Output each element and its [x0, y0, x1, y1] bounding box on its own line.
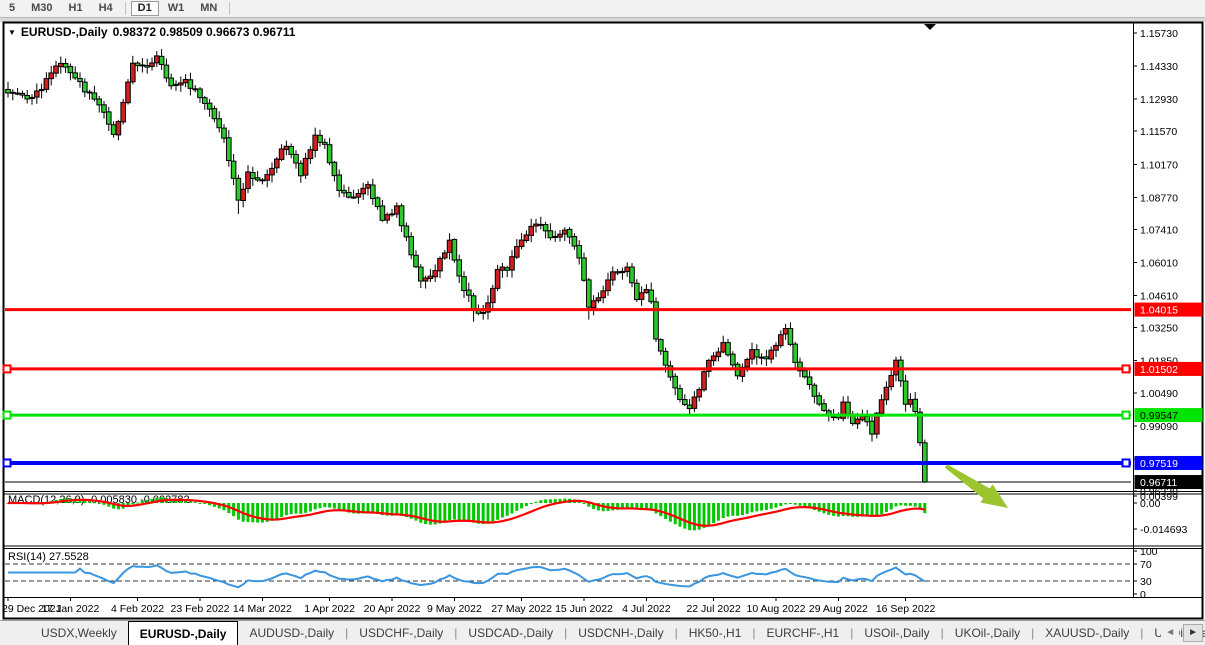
- rsi-line: [8, 565, 925, 587]
- tab-ukoil-daily[interactable]: UKOil-,Daily: [944, 621, 1031, 645]
- price-axis-label: 1.06010: [1140, 257, 1178, 269]
- time-axis-label: 22 Jul 2022: [686, 603, 740, 615]
- bid-price-badge: 0.96711: [1135, 475, 1203, 489]
- line-drag-handle[interactable]: [4, 412, 11, 419]
- line-drag-handle[interactable]: [4, 459, 11, 466]
- svg-text:1.01502: 1.01502: [1140, 364, 1178, 376]
- tab-usoil-daily[interactable]: USOil-,Daily: [853, 621, 940, 645]
- rsi-axis-label: 30: [1140, 576, 1152, 588]
- chart-symbol-label: EURUSD-,Daily: [21, 25, 108, 39]
- price-axis-label: 1.04610: [1140, 291, 1178, 303]
- chart-ohlc-values: 0.98372 0.98509 0.96673 0.96711: [113, 25, 296, 39]
- svg-text:0.96711: 0.96711: [1140, 477, 1177, 489]
- time-axis-label: 23 Feb 2022: [171, 603, 230, 615]
- price-line-badge: 1.04015: [1135, 303, 1203, 317]
- candlesticks: [6, 49, 927, 483]
- time-axis-label: 1 Apr 2022: [304, 603, 355, 615]
- price-axis-label: 0.99090: [1140, 421, 1178, 433]
- price-axis-label: 1.07410: [1140, 224, 1178, 236]
- time-axis-label: 10 Aug 2022: [747, 603, 806, 615]
- chart-window-border: [4, 23, 1203, 619]
- tab-eurchf-h1[interactable]: EURCHF-,H1: [756, 621, 851, 645]
- price-line-0.99547[interactable]: [4, 412, 1132, 419]
- price-axis-label: 1.11570: [1140, 126, 1177, 138]
- rsi-axis-label: 100: [1140, 546, 1158, 558]
- price-line-badge: 1.01502: [1135, 362, 1203, 376]
- price-line-0.97519[interactable]: [4, 459, 1132, 466]
- line-drag-handle[interactable]: [1123, 459, 1130, 466]
- price-axis-label: 1.14330: [1140, 61, 1178, 73]
- time-axis-label: 20 Apr 2022: [364, 603, 421, 615]
- line-drag-handle[interactable]: [4, 365, 11, 372]
- price-axis-label: 1.15730: [1140, 28, 1178, 40]
- price-axis-label: 1.08770: [1140, 192, 1178, 204]
- svg-text:0.97519: 0.97519: [1140, 458, 1178, 470]
- arrow-annotation[interactable]: [940, 457, 1014, 517]
- price-axis-label: 1.03250: [1140, 323, 1178, 335]
- time-axis-label: 14 Mar 2022: [233, 603, 292, 615]
- tab-usdcad-daily[interactable]: USDCAD-,Daily: [457, 621, 564, 645]
- time-axis-label: 27 May 2022: [491, 603, 552, 615]
- tab-xauusd-daily[interactable]: XAUUSD-,Daily: [1034, 621, 1140, 645]
- rsi-label: RSI(14) 27.5528: [8, 551, 89, 563]
- chart-canvas[interactable]: MACD(12,26,9) -0.005830 -0.002782RSI(14)…: [0, 0, 1205, 620]
- macd-axis-label: -0.014693: [1140, 524, 1187, 536]
- chart-shift-marker-icon[interactable]: [924, 24, 936, 30]
- rsi-axis-label: 0: [1140, 589, 1146, 601]
- price-line-badge: 0.99547: [1135, 408, 1203, 422]
- price-axis-label: 1.10170: [1140, 159, 1178, 171]
- collapse-triangle-icon[interactable]: ▼: [8, 28, 16, 37]
- price-axis-label: 1.00490: [1140, 388, 1178, 400]
- tab-eurusd-daily[interactable]: EURUSD-,Daily: [128, 621, 239, 645]
- chart-tab-bar: USDX,WeeklyEURUSD-,DailyAUDUSD-,Daily|US…: [0, 620, 1205, 645]
- line-drag-handle[interactable]: [1123, 365, 1130, 372]
- macd-axis-label: 0.00: [1140, 498, 1161, 510]
- time-axis-label: 29 Aug 2022: [809, 603, 868, 615]
- tab-audusd-daily[interactable]: AUDUSD-,Daily: [238, 621, 345, 645]
- trading-terminal: { "toolbar": { "timeframes": [ {"label":…: [0, 0, 1205, 645]
- tab-usdcnh-daily[interactable]: USDCNH-,Daily: [567, 621, 674, 645]
- tab-usdchf-daily[interactable]: USDCHF-,Daily: [348, 621, 454, 645]
- tab-scroll-buttons: ◄ ►: [1161, 622, 1203, 643]
- time-axis-label: 9 May 2022: [427, 603, 482, 615]
- price-line-1.01502[interactable]: [4, 365, 1132, 372]
- svg-text:1.04015: 1.04015: [1140, 305, 1178, 317]
- time-axis-label: 4 Jul 2022: [622, 603, 671, 615]
- time-axis-label: 17 Jan 2022: [41, 603, 99, 615]
- svg-text:0.99547: 0.99547: [1140, 410, 1178, 422]
- rsi-axis-label: 70: [1140, 559, 1152, 571]
- macd-signal-line: [8, 500, 925, 526]
- time-axis[interactable]: 29 Dec 202117 Jan 20224 Feb 202223 Feb 2…: [2, 597, 936, 615]
- tab-hk50-h1[interactable]: HK50-,H1: [678, 621, 753, 645]
- scroll-right-button[interactable]: ►: [1183, 624, 1203, 642]
- line-drag-handle[interactable]: [1123, 412, 1130, 419]
- time-axis-label: 4 Feb 2022: [111, 603, 164, 615]
- time-axis-label: 15 Jun 2022: [555, 603, 613, 615]
- time-axis-label: 16 Sep 2022: [876, 603, 936, 615]
- price-line-badge: 0.97519: [1135, 456, 1203, 470]
- price-axis-label: 1.12930: [1140, 94, 1178, 106]
- tab-usdx-weekly[interactable]: USDX,Weekly: [30, 621, 128, 645]
- scroll-left-button[interactable]: ◄: [1161, 625, 1179, 641]
- chart-title: ▼ EURUSD-,Daily 0.98372 0.98509 0.96673 …: [8, 25, 295, 39]
